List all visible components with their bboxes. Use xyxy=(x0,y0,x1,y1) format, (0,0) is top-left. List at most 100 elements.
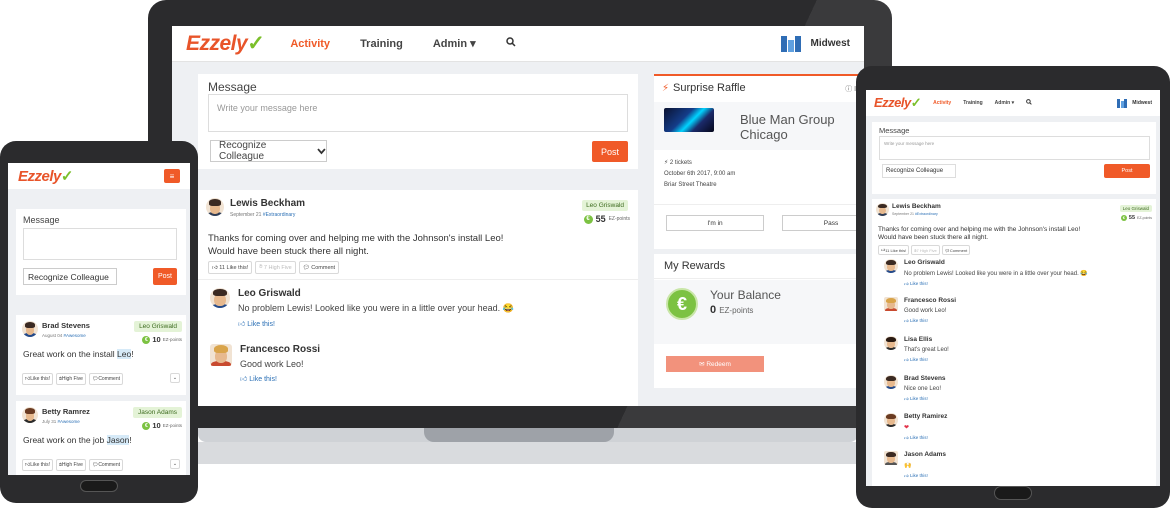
comment-author[interactable]: Leo Griswald xyxy=(904,259,1088,266)
main-content: Message Write your message here Recogniz… xyxy=(872,122,1156,486)
comment-button[interactable]: 💬︎ Comment xyxy=(941,245,971,255)
post-meta: July 31 #Awesome xyxy=(42,419,80,424)
message-card: Message Recognize Colleague Post xyxy=(16,209,186,295)
comment-author[interactable]: Francesco Rossi xyxy=(904,297,956,304)
search-icon[interactable] xyxy=(505,37,516,50)
comment-item: Leo Griswald No problem Lewis! Looked li… xyxy=(210,288,514,328)
top-nav: Ezzely✓ Activity Training Admin ▾ Midwes… xyxy=(172,26,864,62)
avatar[interactable] xyxy=(22,407,38,423)
comment-item: Jason Adams 🙌 👍︎ Like this! xyxy=(884,451,946,479)
comment-author[interactable]: Jason Adams xyxy=(904,451,946,458)
post-actions: 👍︎ 11 Like this! ✋︎ 7 High Five 💬︎ Comment xyxy=(878,245,971,255)
comment-like-link[interactable]: 👍︎ Like this! xyxy=(904,435,947,441)
comment-like-link[interactable]: 👍︎ Like this! xyxy=(904,396,946,402)
avatar[interactable] xyxy=(884,297,898,311)
recognize-colleague-button[interactable]: Recognize Colleague xyxy=(23,268,117,285)
avatar[interactable] xyxy=(884,375,898,389)
avatar[interactable] xyxy=(210,344,232,366)
avatar[interactable] xyxy=(22,321,38,337)
comment-item: Leo Griswald No problem Lewis! Looked lik… xyxy=(884,259,1088,287)
org-switcher[interactable]: Midwest xyxy=(1117,98,1152,108)
post-button[interactable]: Post xyxy=(592,141,628,162)
comment-author[interactable]: Lisa Ellis xyxy=(904,336,949,343)
laptop-shadow xyxy=(198,442,858,464)
comment-author[interactable]: Brad Stevens xyxy=(904,375,946,382)
phone-home-button xyxy=(80,480,118,492)
org-switcher[interactable]: Midwest xyxy=(780,35,850,52)
chevron-down-icon[interactable]: ⌄ xyxy=(170,459,180,469)
like-button[interactable]: 👍︎ 11 Like this! xyxy=(208,261,253,274)
comment-like-link[interactable]: 👍︎ Like this! xyxy=(240,374,320,383)
post-card: Brad Stevens August 04 #Awesome Leo Gris… xyxy=(16,315,186,395)
thumbs-up-icon: 👍︎ xyxy=(904,473,909,478)
comment-text: No problem Lewis! Looked like you were i… xyxy=(904,271,1088,277)
ez-coin-icon: € xyxy=(666,288,698,320)
chevron-down-icon[interactable]: ⌄ xyxy=(170,373,180,383)
avatar[interactable] xyxy=(206,198,224,216)
recipient-badge[interactable]: Leo Griswald xyxy=(134,321,182,332)
avatar[interactable] xyxy=(884,336,898,350)
comment-author[interactable]: Leo Griswald xyxy=(238,288,514,299)
recognize-colleague-button[interactable]: Recognize Colleague xyxy=(882,164,956,178)
comment-like-link[interactable]: 👍︎ Like this! xyxy=(904,473,946,479)
comment-button[interactable]: 💬︎ Comment xyxy=(88,459,123,471)
post-author[interactable]: Brad Stevens xyxy=(42,321,90,330)
pass-button[interactable]: Pass xyxy=(782,215,864,231)
ez-coin-icon: € xyxy=(1120,215,1127,221)
avatar[interactable] xyxy=(884,451,898,465)
im-in-button[interactable]: I'm in xyxy=(666,215,764,231)
nav-activity[interactable]: Activity xyxy=(933,100,951,106)
recipient-badge[interactable]: Leo Griswald xyxy=(1119,205,1152,212)
comment-like-link[interactable]: 👍︎ Like this! xyxy=(904,357,949,363)
nav-activity[interactable]: Activity xyxy=(290,38,330,50)
thumbs-up-icon: 👍︎ xyxy=(212,264,218,271)
high-five-button[interactable]: ✋︎ 7 High Five xyxy=(911,245,940,255)
recognize-colleague-button[interactable]: Recognize Colleague xyxy=(210,140,327,162)
org-logo-icon xyxy=(780,35,801,52)
avatar[interactable] xyxy=(884,413,898,427)
high-five-button[interactable]: ✋︎ High Five xyxy=(55,373,86,385)
ezzely-logo[interactable]: Ezzely✓ xyxy=(874,95,922,111)
avatar[interactable] xyxy=(210,288,230,308)
mention[interactable]: Jason xyxy=(106,435,130,445)
search-icon[interactable] xyxy=(1026,99,1032,107)
high-five-button[interactable]: ✋︎ 7 High Five xyxy=(255,261,296,274)
like-button[interactable]: 👍︎ 11 Like this! xyxy=(878,245,910,255)
ezzely-logo[interactable]: Ezzely✓ xyxy=(18,167,73,185)
like-button[interactable]: 👍︎ Like this! xyxy=(22,373,53,385)
post-author[interactable]: Betty Ramrez xyxy=(42,407,90,416)
rewards-title: My Rewards xyxy=(654,254,864,279)
post-author[interactable]: Lewis Beckham xyxy=(230,198,305,209)
ezzely-logo[interactable]: Ezzely✓ xyxy=(186,31,265,56)
post-header: Betty Ramrez July 31 #Awesome xyxy=(22,407,90,424)
high-five-button[interactable]: ✋︎ High Five xyxy=(55,459,86,471)
hamburger-menu-icon[interactable]: ≡ xyxy=(164,169,180,183)
message-input[interactable]: Write your message here xyxy=(208,94,628,132)
comment-author[interactable]: Betty Ramirez xyxy=(904,413,947,420)
post-button[interactable]: Post xyxy=(153,268,177,285)
comment-button[interactable]: 💬︎ Comment xyxy=(88,373,123,385)
like-button[interactable]: 👍︎ Like this! xyxy=(22,459,53,471)
post-hashtag[interactable]: #Extraordinary xyxy=(263,212,296,218)
mention[interactable]: Leo xyxy=(117,349,132,359)
avatar[interactable] xyxy=(876,203,889,216)
redeem-button[interactable]: ✉︎ Redeem xyxy=(666,356,764,372)
comment-like-link[interactable]: 👍︎ Like this! xyxy=(904,318,956,324)
nav-admin[interactable]: Admin ▾ xyxy=(433,37,476,50)
nav-training[interactable]: Training xyxy=(963,100,982,106)
recipient-badge[interactable]: Leo Griswald xyxy=(582,200,628,211)
comment-like-link[interactable]: 👍︎ Like this! xyxy=(904,281,1088,287)
message-input[interactable]: Write your message here xyxy=(879,136,1150,160)
comment-like-link[interactable]: 👍︎ Like this! xyxy=(238,319,514,328)
avatar[interactable] xyxy=(884,259,898,273)
nav-training[interactable]: Training xyxy=(360,38,403,50)
chevron-down-icon xyxy=(317,147,326,154)
post-author[interactable]: Lewis Beckham xyxy=(892,203,941,210)
message-input[interactable] xyxy=(23,228,177,260)
comment-button[interactable]: 💬︎ Comment xyxy=(298,261,340,274)
post-button[interactable]: Post xyxy=(1104,164,1150,178)
recipient-badge[interactable]: Jason Adams xyxy=(132,407,182,418)
nav-admin[interactable]: Admin ▾ xyxy=(995,100,1014,106)
org-logo-icon xyxy=(1117,98,1128,108)
comment-author[interactable]: Francesco Rossi xyxy=(240,344,320,355)
